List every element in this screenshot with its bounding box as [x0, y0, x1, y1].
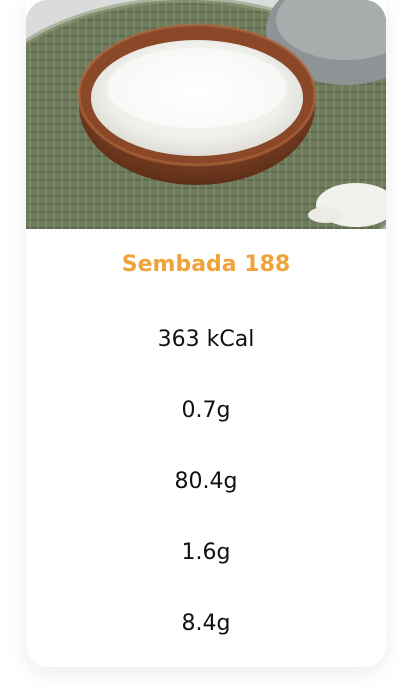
nutrition-value-fiber: 1.6g — [181, 540, 231, 565]
nutrition-value-fat: 0.7g — [181, 398, 231, 423]
screen: Sembada 188 363 kCal 0.7g 80.4g 1.6g 8.4… — [0, 0, 412, 699]
calories-value: 363 kCal — [157, 327, 255, 352]
product-title: Sembada 188 — [121, 252, 291, 277]
nutrition-value-carbs: 80.4g — [174, 469, 238, 494]
product-card[interactable]: Sembada 188 363 kCal 0.7g 80.4g 1.6g 8.4… — [26, 0, 386, 667]
product-image — [26, 0, 386, 229]
nutrition-value-protein: 8.4g — [181, 611, 231, 636]
rice-bowl-illustration — [26, 0, 386, 229]
